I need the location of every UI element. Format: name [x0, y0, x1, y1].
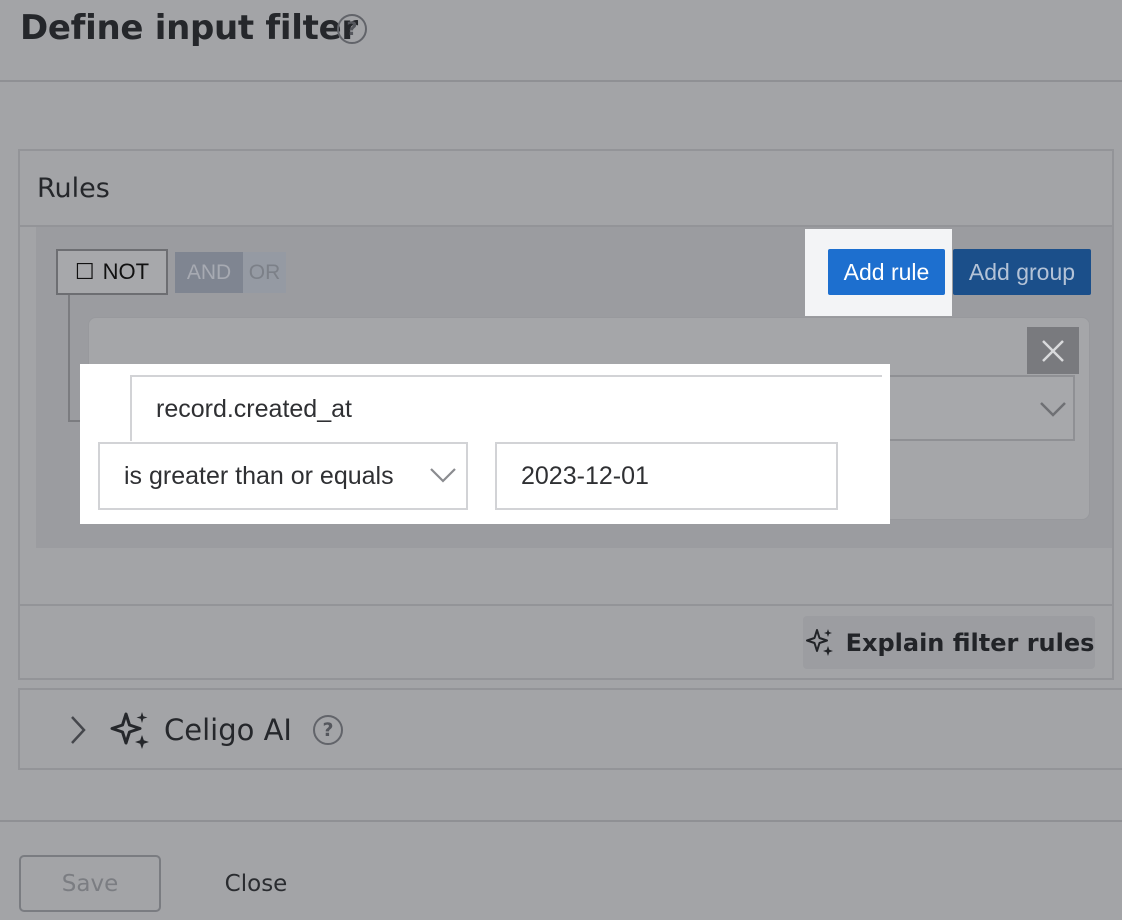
not-label: NOT — [102, 259, 150, 284]
add-rule-button[interactable]: Add rule — [828, 249, 945, 295]
sparkle-icon — [805, 628, 833, 656]
explain-label: Explain filter rules — [845, 628, 1095, 657]
field-value: record.created_at — [156, 394, 352, 423]
page-title: Define input filter — [20, 8, 358, 48]
value-text: 2023-12-01 — [521, 461, 649, 490]
help-icon[interactable]: ? — [337, 14, 367, 44]
close-icon — [1042, 339, 1064, 362]
operator-value: is greater than or equals — [124, 461, 394, 490]
tree-connector — [68, 295, 70, 422]
help-icon[interactable]: ? — [313, 715, 343, 745]
value-input[interactable]: 2023-12-01 — [495, 442, 838, 510]
operator-select[interactable]: is greater than or equals — [98, 442, 468, 510]
divider — [20, 604, 1112, 606]
checkbox-icon: ☐ — [74, 259, 95, 284]
close-button[interactable]: Close — [200, 855, 312, 912]
save-button[interactable]: Save — [19, 855, 161, 912]
or-button[interactable]: OR — [243, 252, 286, 293]
rules-heading: Rules — [37, 173, 110, 204]
explain-filter-rules-button[interactable]: Explain filter rules — [803, 616, 1095, 669]
delete-rule-button[interactable] — [1027, 327, 1079, 374]
and-button[interactable]: AND — [175, 252, 243, 293]
chevron-down-icon[interactable] — [428, 460, 458, 490]
field-select[interactable]: record.created_at — [130, 375, 882, 441]
divider — [0, 820, 1122, 822]
sparkle-icon — [110, 712, 149, 749]
not-toggle[interactable]: ☐ NOT — [56, 249, 168, 295]
chevron-right-icon[interactable] — [64, 713, 92, 747]
add-group-button[interactable]: Add group — [953, 249, 1091, 295]
chevron-down-icon[interactable] — [1037, 393, 1069, 425]
celigo-ai-label: Celigo AI — [164, 713, 292, 747]
